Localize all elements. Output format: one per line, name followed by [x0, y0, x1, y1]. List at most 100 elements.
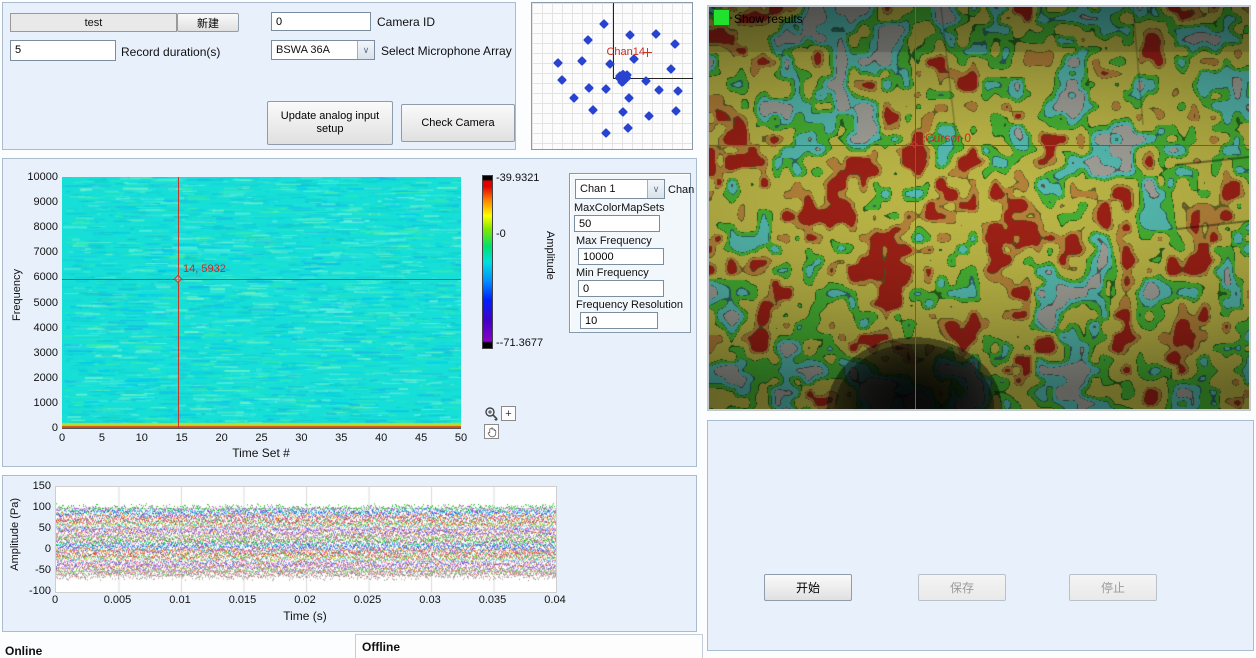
mic-position-dot — [557, 75, 567, 85]
mic-position-dot — [599, 19, 609, 29]
offline-status-label: Offline — [362, 640, 400, 654]
axis-tick-label: 10 — [136, 432, 148, 444]
waveform-xaxis: 0 0.005 0.01 0.015 0.02 0.025 0.03 0.035 0.04 — [3, 476, 696, 631]
new-project-button[interactable]: 新建 — [177, 13, 239, 32]
max-frequency-input[interactable]: 10000 — [578, 248, 664, 265]
mic-position-dot — [605, 59, 615, 69]
mic-position-dot — [623, 123, 633, 133]
axis-tick-label: 0.025 — [354, 594, 382, 606]
show-results-indicator[interactable] — [713, 9, 730, 26]
spectrogram-xlabel: Time Set # — [232, 446, 290, 460]
mic-position-dot — [584, 83, 594, 93]
frequency-resolution-label: Frequency Resolution — [576, 299, 683, 311]
graph-cursor-tool[interactable]: + — [501, 406, 516, 421]
waveform-panel: Amplitude (Pa) 150100500-50-100 00.0050.… — [2, 475, 697, 632]
mic-position-dot — [651, 29, 661, 39]
axis-tick-label: 5 — [99, 432, 105, 444]
axis-tick-label: 40 — [375, 432, 387, 444]
axis-tick-label: 0.03 — [419, 594, 440, 606]
min-frequency-input[interactable]: 0 — [578, 280, 664, 297]
mic-position-dot — [670, 39, 680, 49]
axis-tick-label: 25 — [255, 432, 267, 444]
axis-tick-label: 0.01 — [169, 594, 190, 606]
mic-position-dot — [625, 30, 635, 40]
min-frequency-label: Min Frequency — [576, 267, 649, 279]
online-status-label: Online — [5, 644, 42, 658]
start-button[interactable]: 开始 — [764, 574, 852, 601]
mic-position-dot — [673, 86, 683, 96]
maxcolormapsets-label: MaxColorMapSets — [574, 202, 664, 214]
mic-position-dot — [588, 105, 598, 115]
chan-settings-box: Chan 1 ∨ Chan MaxColorMapSets 50 Max Fre… — [569, 173, 691, 333]
mic-position-dot — [577, 56, 587, 66]
update-analog-input-label: Update analog input setup — [280, 110, 380, 136]
save-button[interactable]: 保存 — [918, 574, 1006, 601]
axis-tick-label: 0.015 — [229, 594, 257, 606]
mic-position-dot — [553, 58, 563, 68]
mic-dot-layer — [532, 3, 692, 149]
axis-tick-label: 20 — [215, 432, 227, 444]
axis-tick-label: 0.035 — [479, 594, 507, 606]
colorbar-max-label: -39.9321 — [496, 172, 539, 184]
axis-tick-label: 0.02 — [294, 594, 315, 606]
mic-position-dot — [583, 35, 593, 45]
frequency-resolution-input[interactable]: 10 — [580, 312, 658, 329]
check-camera-button[interactable]: Check Camera — [401, 104, 515, 142]
axis-tick-label: 0 — [59, 432, 65, 444]
mic-position-dot — [671, 106, 681, 116]
chevron-down-icon[interactable]: ∨ — [647, 180, 664, 198]
mic-array-plot[interactable]: Chan14 — [531, 2, 693, 150]
camera-view[interactable]: Cursor 0 Show results — [707, 5, 1251, 411]
camera-id-label: Camera ID — [377, 15, 435, 29]
camera-cursor-label: Cursor 0 — [925, 131, 971, 145]
axis-tick-label: 15 — [176, 432, 188, 444]
chan-select[interactable]: Chan 1 ∨ — [575, 179, 665, 199]
mic-position-dot — [569, 93, 579, 103]
graph-pan-tool[interactable] — [484, 424, 499, 439]
update-analog-input-button[interactable]: Update analog input setup — [267, 101, 393, 145]
maxcolormapsets-input[interactable]: 50 — [574, 215, 660, 232]
mic-position-dot — [644, 111, 654, 121]
axis-tick-label: 35 — [335, 432, 347, 444]
max-frequency-label: Max Frequency — [576, 235, 652, 247]
waveform-xlabel: Time (s) — [283, 609, 327, 623]
chan-select-value: Chan 1 — [576, 183, 647, 195]
chan-label: Chan — [668, 184, 694, 196]
colorbar-axis-label: Amplitude — [544, 231, 556, 280]
axis-tick-label: 0.005 — [104, 594, 132, 606]
mic-position-dot — [666, 64, 676, 74]
setup-panel: test 新建 5 Record duration(s) 0 Camera ID… — [2, 2, 516, 150]
axis-tick-label: 0 — [52, 594, 58, 606]
hand-icon — [486, 426, 498, 438]
mic-position-dot — [618, 107, 628, 117]
camera-cursor-hline[interactable] — [709, 145, 1249, 146]
magnifier-icon — [484, 406, 499, 421]
acoustic-camera-app: test 新建 5 Record duration(s) 0 Camera ID… — [0, 0, 1256, 658]
colorbar-min-label: --71.3677 — [496, 337, 543, 349]
graph-zoom-tool[interactable] — [484, 406, 499, 421]
camera-cursor-vline[interactable] — [915, 7, 916, 409]
axis-tick-label: 0.04 — [544, 594, 565, 606]
run-control-panel: 开始 保存 停止 — [707, 420, 1254, 651]
mic-array-select[interactable]: BSWA 36A ∨ — [271, 40, 375, 60]
offline-status-bar: Offline — [355, 634, 703, 658]
beamforming-overlay-image — [709, 7, 1249, 409]
axis-tick-label: 30 — [295, 432, 307, 444]
mic-position-dot — [624, 93, 634, 103]
mic-cursor-crosshair-v — [647, 48, 648, 57]
mic-position-dot — [654, 85, 664, 95]
project-select-value: test — [85, 17, 103, 29]
record-duration-input[interactable]: 5 — [10, 40, 116, 61]
chevron-down-icon[interactable]: ∨ — [357, 41, 374, 59]
axis-tick-label: 45 — [415, 432, 427, 444]
mic-position-dot — [641, 76, 651, 86]
camera-id-input[interactable]: 0 — [271, 12, 371, 31]
project-select[interactable]: test — [10, 13, 177, 32]
show-results-label: Show results — [734, 12, 803, 26]
record-duration-label: Record duration(s) — [121, 45, 220, 59]
axis-tick-label: 50 — [455, 432, 467, 444]
amplitude-colorbar — [482, 175, 493, 349]
spectrogram-panel: Frequency 100009000800070006000500040003… — [2, 158, 697, 467]
mic-position-dot — [601, 128, 611, 138]
stop-button[interactable]: 停止 — [1069, 574, 1157, 601]
